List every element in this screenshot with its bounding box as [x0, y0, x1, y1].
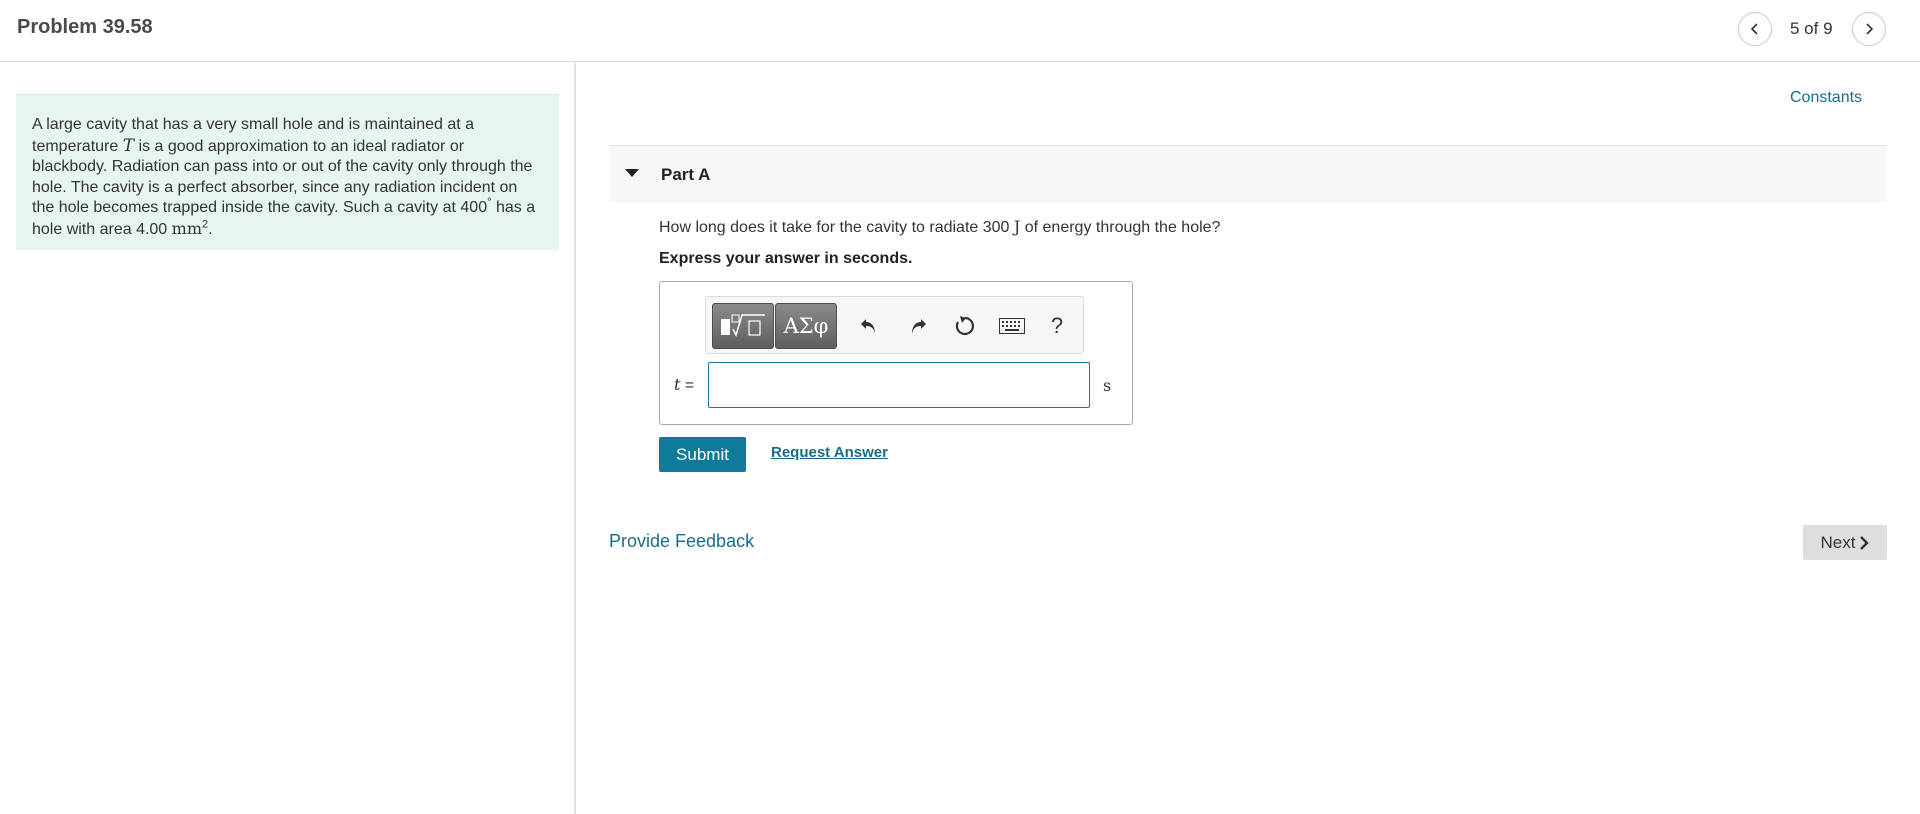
- equals-sign: =: [680, 377, 695, 394]
- redo-button[interactable]: [902, 311, 932, 341]
- math-toolbar: ΑΣφ ?: [705, 296, 1084, 354]
- undo-button[interactable]: [855, 311, 885, 341]
- keyboard-icon: [999, 318, 1025, 334]
- answer-input[interactable]: [708, 362, 1090, 408]
- greek-letters-button[interactable]: ΑΣφ: [775, 303, 837, 349]
- chevron-right-icon: [1860, 535, 1870, 550]
- provide-feedback-link[interactable]: Provide Feedback: [609, 531, 754, 552]
- next-button[interactable]: Next: [1803, 525, 1887, 560]
- help-button[interactable]: ?: [1042, 311, 1072, 341]
- constants-link[interactable]: Constants: [1790, 89, 1862, 107]
- part-title: Part A: [661, 165, 711, 184]
- collapse-triangle-icon[interactable]: [625, 169, 639, 177]
- part-a-header[interactable]: Part A: [609, 145, 1887, 203]
- problem-intro: A large cavity that has a very small hol…: [16, 94, 559, 250]
- redo-icon: [912, 319, 926, 334]
- undo-icon: [861, 319, 875, 334]
- reset-button[interactable]: [950, 311, 980, 341]
- area-unit: mm: [171, 218, 202, 238]
- page-counter: 5 of 9: [1790, 19, 1833, 38]
- question-text-part: How long does it take for the cavity to …: [659, 219, 1014, 236]
- templates-icon: [721, 314, 765, 338]
- keyboard-button[interactable]: [997, 311, 1027, 341]
- intro-text: .: [208, 220, 213, 238]
- chevron-right-icon: [1866, 23, 1874, 35]
- answer-variable-label: t =: [674, 375, 694, 395]
- problem-title: Problem 39.58: [17, 16, 153, 38]
- column-divider: [574, 62, 576, 814]
- answer-instruction: Express your answer in seconds.: [659, 250, 913, 267]
- help-icon: ?: [1050, 313, 1064, 338]
- temperature-variable: T: [122, 135, 135, 156]
- answer-unit: s: [1103, 376, 1112, 395]
- reset-icon: [955, 316, 974, 336]
- templates-button[interactable]: [712, 303, 774, 349]
- submit-button[interactable]: Submit: [659, 437, 746, 472]
- answer-box: ΑΣφ ? t = s: [659, 281, 1133, 425]
- header: Problem 39.58 5 of 9: [0, 0, 1920, 62]
- next-problem-button[interactable]: [1852, 12, 1886, 46]
- request-answer-link[interactable]: Request Answer: [771, 444, 888, 461]
- question-text: How long does it take for the cavity to …: [659, 217, 1220, 237]
- chevron-left-icon: [1750, 23, 1758, 35]
- previous-problem-button[interactable]: [1738, 12, 1772, 46]
- next-label: Next: [1820, 532, 1856, 552]
- greek-letters-icon: ΑΣφ: [783, 314, 829, 338]
- question-text-part: of energy through the hole?: [1020, 219, 1221, 236]
